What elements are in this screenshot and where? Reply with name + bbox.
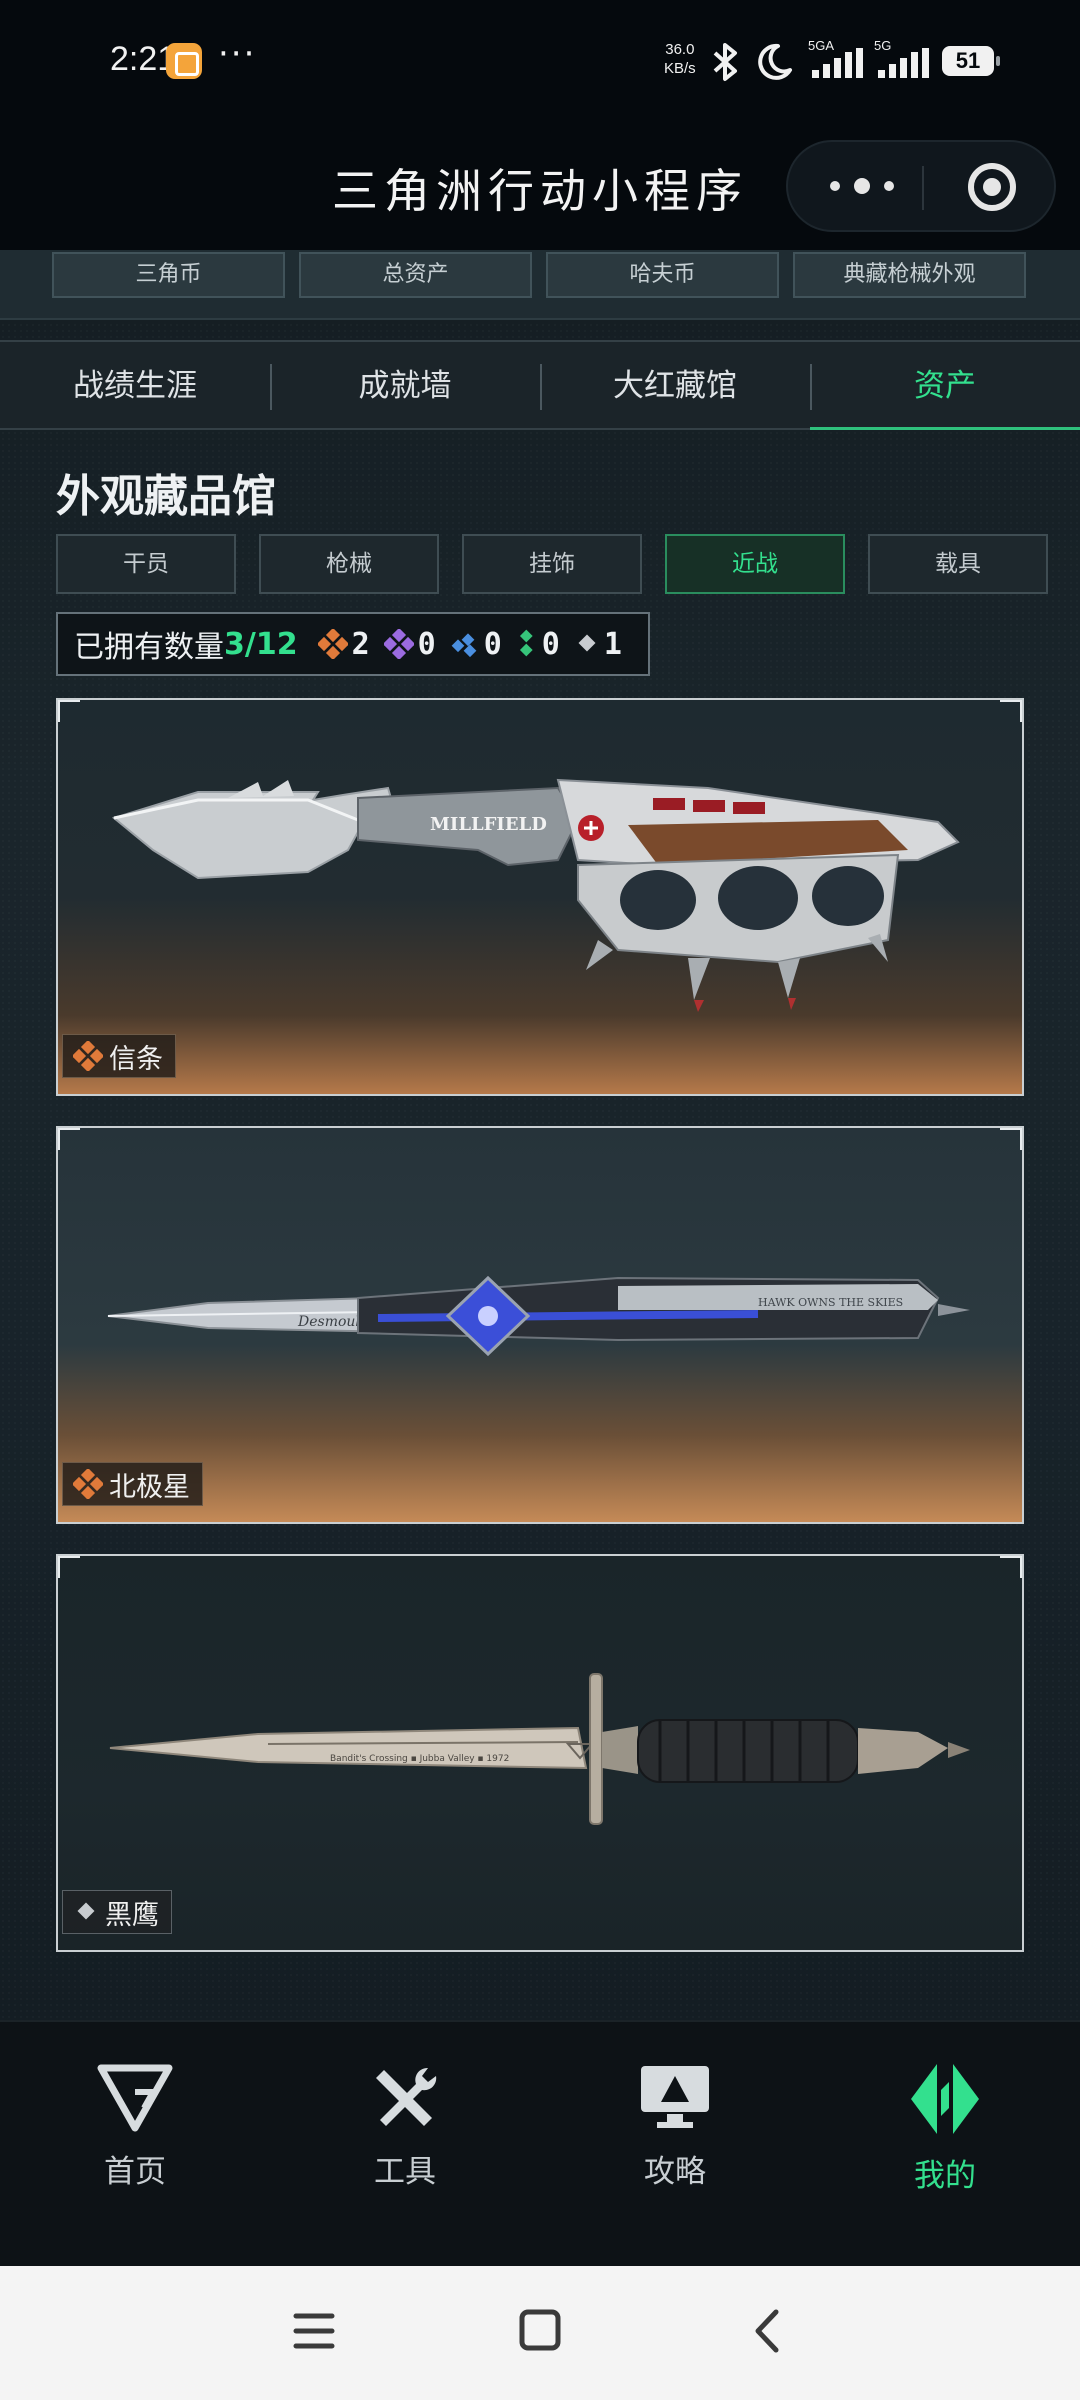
signal-icon-1 (812, 48, 863, 78)
rarity-orange-icon (73, 1041, 103, 1071)
nav-guides[interactable]: 攻略 (540, 2062, 810, 2232)
network-speed: 36.0 KB/s (664, 41, 696, 77)
asset-tab-total-assets[interactable]: 总资产 (299, 252, 532, 298)
owned-count-box: 已拥有数量 3/12 2 0 0 0 1 (56, 612, 650, 676)
handle-engraving: HAWK OWNS THE SKIES (758, 1296, 903, 1309)
close-miniprogram-button[interactable] (968, 163, 1016, 211)
rarity-count-green: 0 (516, 627, 560, 662)
corner-bracket (58, 700, 80, 722)
rarity-count-purple: 0 (383, 627, 436, 662)
capsule-divider (922, 166, 924, 210)
status-bar: 2:21 ··· 36.0 KB/s 5GA 5G 51 (0, 0, 1080, 125)
rarity-green-icon (519, 629, 533, 657)
moon-icon (758, 43, 792, 80)
back-icon[interactable] (748, 2306, 788, 2356)
item-name: 黑鹰 (105, 1899, 159, 1931)
asset-tab-havoc-coin[interactable]: 哈夫币 (546, 252, 779, 298)
corner-bracket (1000, 700, 1022, 722)
battery-icon: 51 (942, 46, 1000, 76)
title-bar: 三角洲行动小程序 (0, 125, 1080, 250)
asset-tabs: 三角币 总资产 哈夫币 典藏枪械外观 (0, 250, 1080, 320)
page-title: 三角洲行动小程序 (332, 164, 748, 218)
corner-bracket (58, 1128, 80, 1150)
category-tab-melee[interactable]: 近战 (665, 534, 845, 594)
bluetooth-icon (713, 43, 737, 81)
rarity-white-icon (578, 634, 596, 652)
knife-image-creed: MILLFIELD (111, 778, 960, 1012)
blade-engraving: Bandit's Crossing ▪ Jubba Valley ▪ 1972 (330, 1754, 509, 1764)
category-tabs: 干员 枪械 挂饰 近战 载具 (56, 534, 1048, 594)
tab-achievements[interactable]: 成就墙 (270, 342, 540, 430)
tab-career[interactable]: 战绩生涯 (0, 342, 270, 430)
tab-red-collection[interactable]: 大红藏馆 (540, 342, 810, 430)
blade-engraving: MILLFIELD (430, 814, 547, 835)
screen: 2:21 ··· 36.0 KB/s 5GA 5G 51 三角洲行动小程序 三角… (0, 0, 1080, 2400)
category-tab-operators[interactable]: 干员 (56, 534, 236, 594)
corner-bracket (1000, 1556, 1022, 1578)
item-label: 信条 (62, 1034, 176, 1078)
melee-card[interactable]: Desmoulins HAWK OWNS THE SKIES 北极星 (56, 1126, 1024, 1524)
asset-tab-triangle-coin[interactable]: 三角币 (52, 252, 285, 298)
rarity-count-white: 1 (574, 627, 622, 662)
item-name: 信条 (109, 1043, 163, 1075)
miniprogram-capsule (786, 140, 1056, 232)
item-label: 黑鹰 (62, 1890, 172, 1934)
corner-bracket (1000, 1128, 1022, 1150)
guides-monitor-icon (641, 2066, 709, 2128)
more-notifications-icon: ··· (218, 34, 257, 74)
melee-card[interactable]: Bandit's Crossing ▪ Jubba Valley ▪ 1972 … (56, 1554, 1024, 1952)
asset-tab-weapon-skins[interactable]: 典藏枪械外观 (793, 252, 1026, 298)
item-name: 北极星 (109, 1471, 190, 1503)
more-menu-button[interactable] (828, 170, 898, 200)
melee-card[interactable]: MILLFIELD 信条 (56, 698, 1024, 1096)
signal-icon-2 (878, 48, 929, 78)
nav-home[interactable]: 首页 (0, 2062, 270, 2232)
corner-bracket (58, 1556, 80, 1578)
rarity-orange-icon (73, 1469, 103, 1499)
mine-logo-icon (911, 2064, 979, 2134)
content-area: 三角币 总资产 哈夫币 典藏枪械外观 战绩生涯 成就墙 大红藏馆 资产 外观藏品… (0, 250, 1080, 2020)
item-label: 北极星 (62, 1462, 203, 1506)
rarity-count-orange: 2 (317, 627, 370, 662)
rarity-orange-icon (317, 629, 348, 659)
bottom-nav: 首页 工具 攻略 我的 (0, 2020, 1080, 2266)
owned-label: 已拥有数量 (74, 630, 224, 665)
rarity-white-icon (77, 1902, 95, 1920)
home-square-icon[interactable] (518, 2306, 562, 2356)
category-tab-vehicles[interactable]: 载具 (868, 534, 1048, 594)
system-nav-bar (0, 2266, 1080, 2400)
nav-mine[interactable]: 我的 (810, 2062, 1080, 2232)
app-notification-icon (166, 43, 202, 79)
tools-icon (376, 2067, 437, 2126)
rarity-count-blue: 0 (450, 627, 502, 662)
main-tabs: 战绩生涯 成就墙 大红藏馆 资产 (0, 340, 1080, 430)
knife-image-blackhawk: Bandit's Crossing ▪ Jubba Valley ▪ 1972 (109, 1673, 970, 1825)
category-tab-charms[interactable]: 挂饰 (462, 534, 642, 594)
rarity-blue-icon (451, 633, 477, 658)
nav-tools[interactable]: 工具 (270, 2062, 540, 2232)
category-tab-weapons[interactable]: 枪械 (259, 534, 439, 594)
owned-fraction: 3/12 (224, 626, 298, 662)
section-title: 外观藏品馆 (56, 471, 276, 522)
home-delta-icon (97, 2064, 173, 2132)
tab-assets[interactable]: 资产 (810, 342, 1080, 430)
menu-icon[interactable] (292, 2306, 336, 2356)
rarity-purple-icon (383, 629, 414, 659)
